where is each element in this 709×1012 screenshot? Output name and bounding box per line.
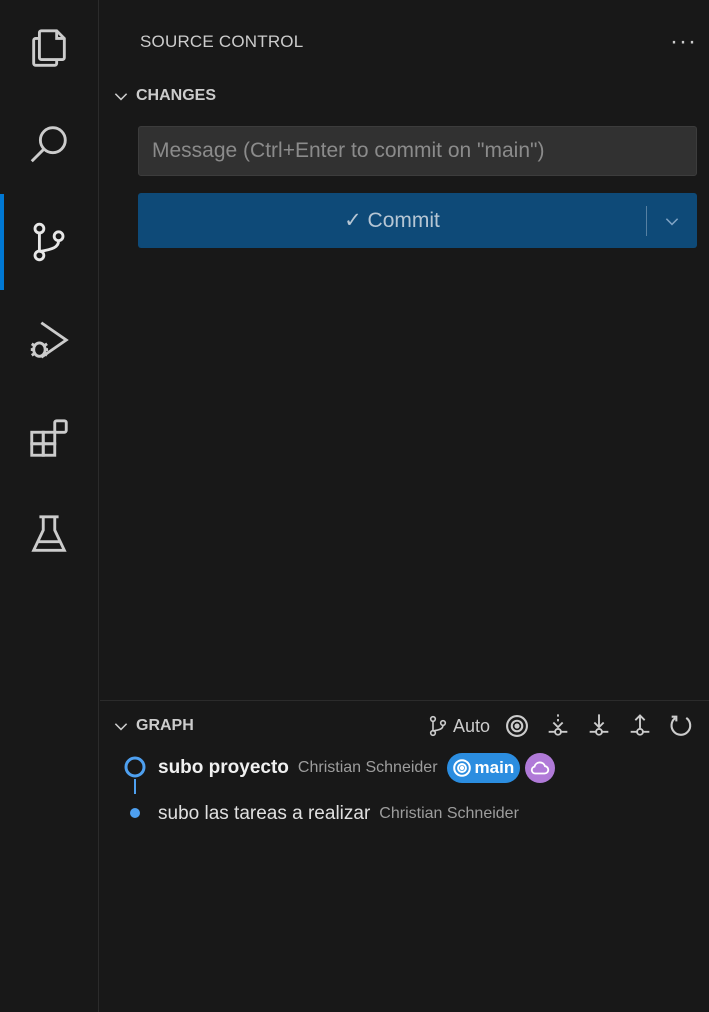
branch-label: main [474, 758, 515, 777]
commit-button[interactable]: ✓ Commit [138, 193, 646, 248]
commit-author: Christian Schneider [379, 805, 519, 822]
activity-extensions[interactable] [0, 390, 98, 486]
commit-message: subo las tareas a realizar [158, 803, 371, 824]
source-control-icon [33, 222, 65, 262]
activity-run-debug[interactable] [0, 292, 98, 388]
activity-testing[interactable] [0, 486, 98, 582]
chevron-down-icon [114, 93, 128, 101]
commit-author: Christian Schneider [297, 759, 438, 776]
changes-section-header[interactable]: CHANGES [112, 82, 216, 110]
commit-message-input[interactable] [138, 126, 697, 176]
graph-fetch-button[interactable] [544, 712, 572, 740]
commit-dropdown-button[interactable] [647, 193, 697, 248]
graph-actions-toolbar: Auto [426, 708, 695, 744]
target-icon [506, 715, 528, 737]
activity-bar [0, 0, 99, 1012]
activity-source-control[interactable] [0, 194, 98, 290]
view-title: SOURCE CONTROL [140, 32, 304, 51]
activity-search[interactable] [0, 96, 98, 192]
commit-message: subo proyecto [158, 757, 289, 778]
more-actions-icon[interactable]: ··· [670, 30, 697, 54]
refresh-icon [670, 715, 692, 736]
graph-divider [100, 700, 709, 701]
branch-icon [429, 715, 447, 737]
graph-pull-button[interactable] [585, 712, 613, 740]
pull-icon [589, 714, 609, 736]
activity-explorer[interactable] [0, 0, 98, 96]
search-icon [30, 126, 67, 163]
graph-refresh-button[interactable] [667, 712, 695, 740]
graph-header-label: GRAPH [136, 717, 194, 734]
graph-branch-filter[interactable]: Auto [426, 714, 490, 738]
graph-section-header[interactable]: GRAPH [112, 712, 194, 740]
push-icon [630, 714, 650, 736]
beaker-icon [31, 515, 67, 552]
commit-button-label: ✓ Commit [344, 209, 440, 232]
graph-commit-row[interactable]: subo proyecto Christian Schneider main [158, 750, 556, 786]
chevron-down-icon [114, 723, 128, 731]
extensions-icon [30, 419, 68, 457]
source-control-view: SOURCE CONTROL ··· CHANGES ✓ Commit GRAP… [100, 0, 709, 1012]
debug-icon [30, 321, 69, 359]
files-icon [32, 29, 66, 67]
remote-badge[interactable] [525, 753, 556, 783]
auto-label: Auto [452, 715, 490, 736]
changes-header-label: CHANGES [136, 87, 217, 104]
target-icon [452, 759, 471, 777]
branch-badge[interactable]: main [446, 753, 521, 783]
graph-lane [124, 756, 146, 818]
graph-commit-row[interactable]: subo las tareas a realizar Christian Sch… [158, 796, 519, 832]
graph-push-button[interactable] [626, 712, 654, 740]
view-title-row: SOURCE CONTROL ··· [140, 28, 697, 56]
commit-button-group: ✓ Commit [138, 193, 697, 248]
chevron-down-icon [665, 217, 679, 225]
fetch-icon [548, 714, 568, 736]
graph-go-to-current[interactable] [503, 712, 531, 740]
cloud-icon [531, 761, 550, 775]
